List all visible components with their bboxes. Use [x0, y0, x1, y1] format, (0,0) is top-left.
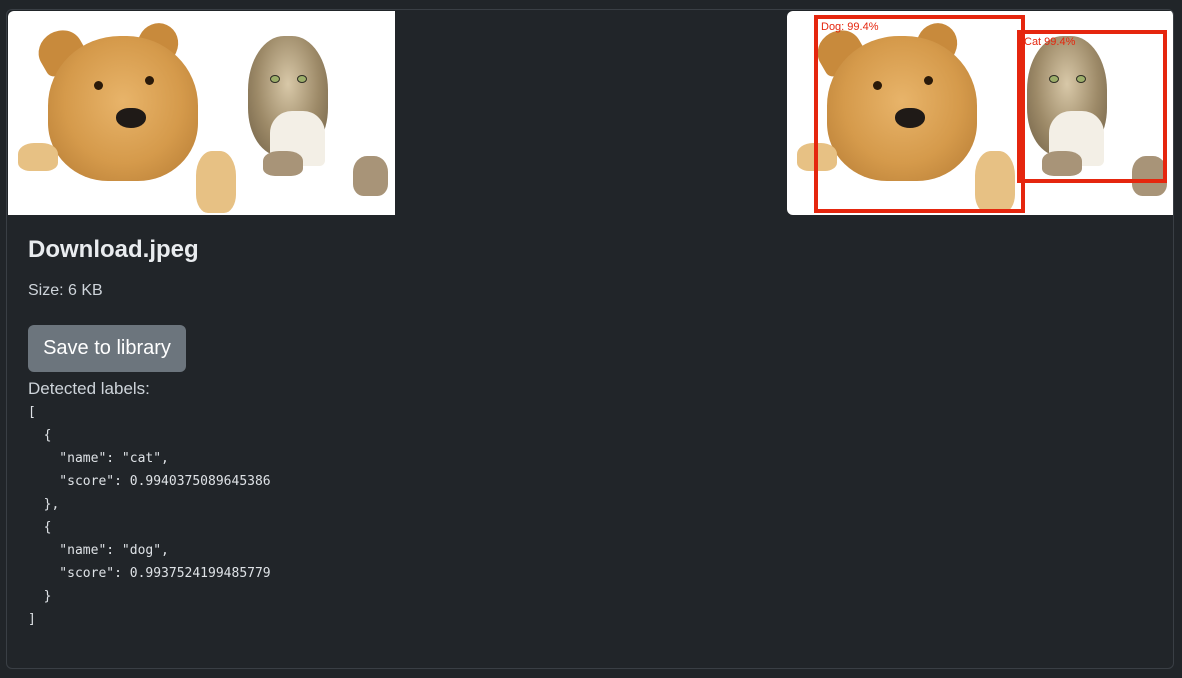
save-to-library-button[interactable]: Save to library — [28, 325, 186, 372]
dog-nose — [116, 108, 146, 128]
original-image — [8, 11, 395, 215]
dog-paw — [18, 143, 58, 171]
file-name: Download.jpeg — [28, 236, 199, 263]
file-size: Size: 6 KB — [28, 282, 103, 299]
cat-bounding-box: Cat 99.4% — [1017, 30, 1167, 183]
cat-box-label: Cat 99.4% — [1024, 36, 1076, 48]
detected-labels-json: [ { "name": "cat", "score": 0.9940375089… — [28, 405, 271, 627]
dog-paw — [196, 151, 236, 213]
annotated-image: Dog: 99.4% Cat 99.4% — [787, 11, 1173, 215]
cat-paw — [353, 156, 388, 196]
dog-bounding-box: Dog: 99.4% — [814, 15, 1025, 213]
dog-box-label: Dog: 99.4% — [821, 21, 879, 33]
detected-labels-title: Detected labels: — [28, 379, 150, 398]
cat-eye — [297, 75, 307, 83]
cat-paw — [263, 151, 303, 176]
cat-eye — [270, 75, 280, 83]
dog-eye — [145, 76, 154, 85]
result-card: Dog: 99.4% Cat 99.4% Download.jpeg Size:… — [6, 9, 1174, 669]
dog-eye — [94, 81, 103, 90]
